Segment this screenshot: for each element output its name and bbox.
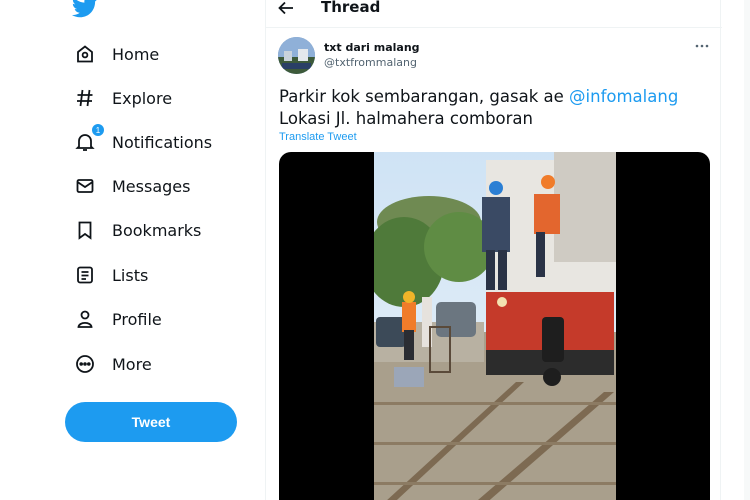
sidebar-item-more[interactable]: More [64, 344, 152, 384]
home-icon [74, 43, 96, 65]
author-handle[interactable]: @txtfrommalang [324, 56, 417, 69]
sidebar-item-profile[interactable]: Profile [64, 299, 162, 339]
sidebar-item-home[interactable]: Home [64, 34, 159, 74]
translate-tweet-link[interactable]: Translate Tweet [279, 131, 357, 143]
author-display-name[interactable]: txt dari malang [324, 41, 420, 54]
tweet-body: Parkir kok sembarangan, gasak ae @infoma… [279, 86, 699, 130]
sidebar-item-label: Home [112, 44, 160, 64]
sidebar-item-messages[interactable]: Messages [64, 166, 190, 206]
notification-badge: 1 [92, 124, 104, 136]
sidebar-item-notifications[interactable]: 1 Notifications [64, 122, 212, 162]
sidebar-item-bookmarks[interactable]: Bookmarks [64, 210, 201, 250]
sidebar-item-label: Bookmarks [112, 220, 202, 240]
mention-link[interactable]: @infomalang [569, 87, 678, 106]
thread-column: Thread txt dari malang @txtfrommalang Pa… [265, 0, 722, 500]
twitter-bird-icon[interactable] [72, 0, 98, 18]
bookmark-icon [74, 219, 96, 241]
thread-header: Thread [266, 0, 722, 28]
sidebar-item-lists[interactable]: Lists [64, 255, 148, 295]
hashtag-icon [74, 87, 96, 109]
tweet-video[interactable] [279, 152, 710, 500]
sidebar-item-label: Lists [112, 265, 149, 285]
page-title: Thread [321, 0, 381, 16]
sidebar-nav: Home Explore 1 Notifications Messages Bo… [0, 0, 265, 500]
scrollbar-track[interactable] [744, 0, 750, 500]
sidebar-item-label: Messages [112, 176, 191, 196]
bell-icon: 1 [74, 124, 104, 153]
envelope-icon [74, 175, 96, 197]
list-icon [74, 264, 96, 286]
video-frame-image [374, 152, 616, 500]
sidebar-item-label: Notifications [112, 132, 213, 152]
tweet-text-line1: Parkir kok sembarangan, gasak ae [279, 87, 570, 106]
tweet-button[interactable]: Tweet [65, 402, 237, 442]
arrow-left-icon[interactable] [278, 1, 294, 15]
more-circle-icon [74, 353, 96, 375]
avatar[interactable] [278, 37, 315, 74]
sidebar-item-label: Explore [112, 88, 173, 108]
sidebar-item-label: More [112, 354, 152, 374]
sidebar-item-explore[interactable]: Explore [64, 78, 172, 118]
person-icon [74, 308, 96, 330]
tweet-text-line2: Lokasi Jl. halmahera comboran [279, 109, 533, 128]
more-horizontal-icon[interactable] [694, 40, 710, 52]
sidebar-item-label: Profile [112, 309, 162, 329]
